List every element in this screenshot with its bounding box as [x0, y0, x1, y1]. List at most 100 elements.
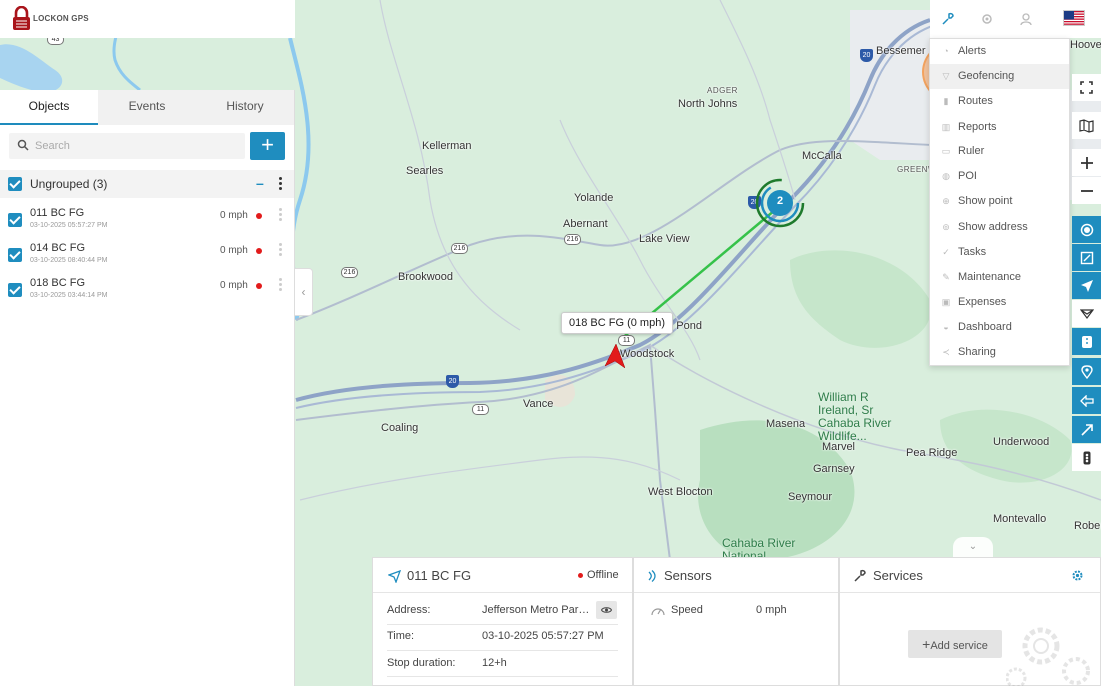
place-vance: Vance [523, 398, 554, 410]
route-icon: ▮ [943, 96, 949, 106]
services-panel: Services +Add service [839, 557, 1101, 686]
expand-bottom-button[interactable]: ⌄ [953, 537, 993, 557]
cluster-marker[interactable]: 2 [754, 177, 806, 229]
address-value: Jefferson Metro Parkw... [482, 604, 594, 616]
place-adger: ADGER [707, 86, 738, 95]
tools-button[interactable] [935, 6, 961, 32]
chevron-down-icon: ⌄ [968, 541, 978, 552]
menu-item-tasks[interactable]: ✓ Tasks [930, 240, 1069, 265]
menu-item-geofencing[interactable]: ▽ Geofencing [930, 64, 1069, 89]
tab-history[interactable]: History [196, 90, 294, 125]
gears-watermark-icon [1006, 627, 1090, 686]
history-toggle-button[interactable] [1072, 387, 1101, 414]
zoom-in-button[interactable] [1072, 149, 1101, 176]
zoom-out-button[interactable] [1072, 177, 1101, 204]
tools-dropdown-menu: ◔ Alerts ▽ Geofencing ▮ Routes ▥ Reports ▭ Ru… [929, 38, 1070, 366]
routes-toggle-button[interactable] [1072, 328, 1101, 355]
settings-button[interactable] [974, 6, 1000, 32]
plus-icon [1080, 156, 1093, 169]
dashboard-icon: ◒ [943, 322, 949, 332]
tab-objects[interactable]: Objects [0, 90, 98, 125]
group-collapse-button[interactable]: – [256, 175, 264, 191]
place-abernant: Abernant [563, 218, 608, 230]
time-label: Time: [387, 630, 415, 642]
menu-item-dashboard[interactable]: ◒ Dashboard [930, 315, 1069, 340]
object-row[interactable]: 018 BC FG 03-10-2025 03:44:14 PM 0 mph [0, 274, 294, 308]
group-header[interactable]: Ungrouped (3) – [0, 170, 294, 198]
app-logo[interactable]: LOCKON GPS [12, 6, 89, 31]
arrow-left-icon [1079, 394, 1094, 407]
geofence-icon: ▽ [942, 71, 950, 81]
place-underwood: Underwood [993, 436, 1050, 448]
sensor-icon [648, 570, 656, 582]
place-marvel: Marvel [822, 441, 856, 453]
fullscreen-button[interactable] [1072, 74, 1101, 101]
group-checkbox[interactable] [8, 177, 22, 191]
follow-button[interactable] [1072, 272, 1101, 299]
maintenance-icon: ✎ [942, 272, 950, 282]
search-row: + [9, 132, 285, 160]
alert-icon: ◔ [943, 46, 949, 56]
speed-sensor-value: 0 mph [756, 604, 787, 616]
object-menu-icon[interactable] [279, 278, 283, 291]
menu-item-reports[interactable]: ▥ Reports [930, 115, 1069, 140]
vehicle-arrow-icon[interactable] [605, 344, 625, 368]
navigation-icon [388, 570, 401, 583]
language-flag-icon[interactable] [1063, 10, 1085, 26]
gear-icon [982, 14, 992, 24]
gear-icon[interactable] [1071, 569, 1084, 582]
add-service-button[interactable]: +Add service [908, 630, 1002, 658]
traffic-button[interactable] [1072, 444, 1101, 471]
menu-item-expenses[interactable]: ▣ Expenses [930, 290, 1069, 315]
object-status-dot [256, 248, 262, 254]
poi-toggle-button[interactable] [1072, 358, 1101, 385]
group-menu-icon[interactable] [279, 177, 283, 190]
poi-icon: ◍ [942, 171, 950, 181]
place-brookwood: Brookwood [398, 271, 454, 283]
services-title: Services [873, 568, 923, 583]
add-object-button[interactable]: + [250, 132, 285, 160]
object-status-dot [256, 283, 262, 289]
menu-item-maintenance[interactable]: ✎ Maintenance [930, 265, 1069, 290]
road-shield-216b: 216 [451, 243, 468, 254]
object-row[interactable]: 011 BC FG 03-10-2025 05:57:27 PM 0 mph [0, 204, 294, 238]
fullscreen-icon [1080, 81, 1093, 94]
speed-sensor-label: Speed [671, 604, 703, 616]
collapse-panel-button[interactable]: ‹ [295, 268, 313, 316]
object-checkbox[interactable] [8, 213, 22, 227]
menu-item-show-point[interactable]: ⊕ Show point [930, 189, 1069, 214]
services-header: Services [840, 558, 1100, 593]
target-button[interactable] [1072, 216, 1101, 243]
target-icon [1080, 223, 1093, 236]
menu-item-alerts[interactable]: ◔ Alerts [930, 39, 1069, 64]
geofence-icon [1079, 308, 1094, 319]
place-roberts: Rober [1074, 520, 1101, 532]
object-speed: 0 mph [220, 280, 248, 291]
tab-events[interactable]: Events [98, 90, 196, 125]
fit-objects-button[interactable] [1072, 244, 1101, 271]
group-label: Ungrouped (3) [30, 177, 108, 191]
object-row[interactable]: 014 BC FG 03-10-2025 08:40:44 PM 0 mph [0, 239, 294, 273]
place-searles: Searles [406, 165, 444, 177]
object-menu-icon[interactable] [279, 243, 283, 256]
user-button[interactable] [1013, 6, 1039, 32]
send-command-button[interactable] [1072, 416, 1101, 443]
object-checkbox[interactable] [8, 248, 22, 262]
pin-icon [1080, 364, 1093, 379]
object-menu-icon[interactable] [279, 208, 283, 221]
menu-item-sharing[interactable]: ≺ Sharing [930, 340, 1069, 365]
geofence-toggle-button[interactable] [1072, 300, 1101, 327]
menu-item-routes[interactable]: ▮ Routes [930, 89, 1069, 114]
search-input[interactable] [35, 137, 235, 155]
top-bar: LOCKON GPS [0, 0, 1101, 38]
map-layers-button[interactable] [1072, 112, 1101, 139]
place-kellerman: Kellerman [422, 140, 472, 152]
menu-item-poi[interactable]: ◍ POI [930, 164, 1069, 189]
show-address-button[interactable] [596, 601, 617, 619]
menu-item-ruler[interactable]: ▭ Ruler [930, 139, 1069, 164]
place-north-johns: North Johns [678, 98, 738, 110]
object-name: 011 BC FG [30, 207, 85, 219]
menu-item-show-address[interactable]: ⊚ Show address [930, 215, 1069, 240]
object-checkbox[interactable] [8, 283, 22, 297]
wrench-icon [942, 12, 954, 25]
